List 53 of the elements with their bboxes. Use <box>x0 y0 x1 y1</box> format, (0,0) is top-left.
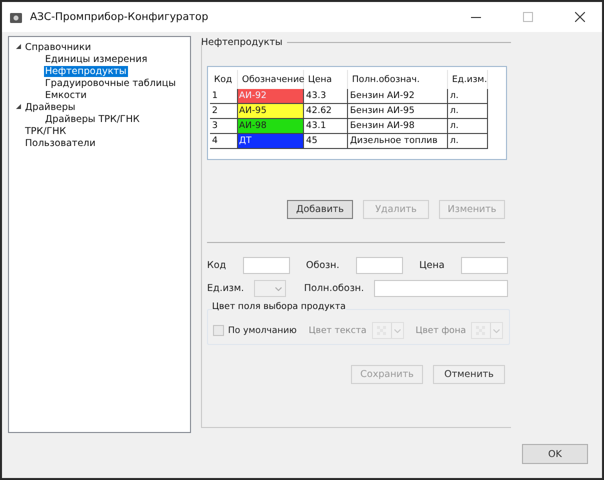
tree-subitem[interactable]: Градуировочные таблицы <box>44 78 177 88</box>
tree-subitem[interactable]: Нефтепродукты <box>44 66 128 76</box>
form-button[interactable]: Отменить <box>433 365 505 384</box>
table-cell: 45 <box>304 134 348 149</box>
table-cell: 42.62 <box>304 104 348 119</box>
action-button[interactable]: Добавить <box>287 200 353 219</box>
tree-subitem[interactable]: Единицы измерения <box>44 54 148 64</box>
table-cell: Дизельное топлив <box>348 134 448 149</box>
table-cell: 4 <box>210 134 238 149</box>
expanded-triangle-icon[interactable] <box>15 42 22 50</box>
table-cell: 1 <box>210 89 238 104</box>
expanded-triangle-icon[interactable] <box>15 102 22 110</box>
color-swatch-cell: АИ-98 <box>238 119 304 134</box>
table-cell: л. <box>448 134 488 149</box>
tree-item[interactable]: ТРК/ГНК <box>24 126 68 136</box>
field-label: Цена <box>419 260 445 271</box>
app-icon <box>10 12 22 22</box>
maximize-icon <box>523 12 533 22</box>
tree-item[interactable]: Драйверы <box>24 102 76 112</box>
table-cell: 2 <box>210 104 238 119</box>
table-cell: Бензин АИ-95 <box>348 104 448 119</box>
table-cell: 43.1 <box>304 119 348 134</box>
color-swatch-cell: ДТ <box>238 134 304 149</box>
tree-item[interactable]: Справочники <box>24 42 92 52</box>
color-swatch-cell: АИ-92 <box>238 89 304 104</box>
group-title: Нефтепродукты <box>201 36 283 48</box>
field-label: Обозн. <box>306 260 340 271</box>
picker-label: Цвет фона <box>416 326 466 336</box>
table-cell: 3 <box>210 119 238 134</box>
table-cell: л. <box>448 89 488 104</box>
minimize-icon <box>471 16 481 18</box>
field-label: Код <box>207 260 226 271</box>
picker-label: Цвет текста <box>308 326 367 336</box>
table-cell: Бензин АИ-92 <box>348 89 448 104</box>
window-title: АЗС-Промприбор-Конфигуратор <box>30 11 210 23</box>
group-title: Цвет поля выбора продукта <box>212 302 346 312</box>
table-cell: л. <box>448 119 488 134</box>
short-name-field[interactable] <box>356 257 403 274</box>
tree-subitem[interactable]: Драйверы ТРК/ГНК <box>44 114 141 124</box>
code-field[interactable] <box>242 257 290 274</box>
checkbox-label: По умолчанию <box>228 326 297 336</box>
tree-subitem[interactable]: Емкости <box>44 90 88 100</box>
tree-item[interactable]: Пользователи <box>24 138 97 148</box>
table-cell: л. <box>448 104 488 119</box>
field-label: Полн.обозн. <box>304 283 364 294</box>
table-cell: 43.3 <box>304 89 348 104</box>
price-field[interactable] <box>460 257 508 274</box>
field-label: Ед.изм. <box>207 283 244 294</box>
table-cell: Бензин АИ-98 <box>348 119 448 134</box>
full-name-field[interactable] <box>374 280 508 297</box>
ok-button[interactable]: OK <box>522 444 588 464</box>
close-icon <box>575 12 585 22</box>
color-swatch-cell: АИ-95 <box>238 104 304 119</box>
